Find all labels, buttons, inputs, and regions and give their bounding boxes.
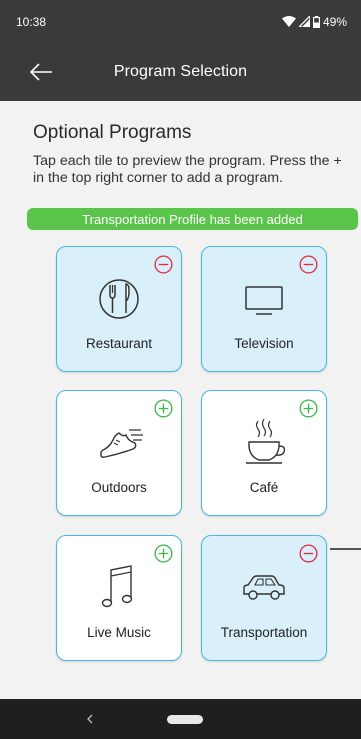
arrow-left-icon bbox=[29, 63, 52, 81]
section-title: Optional Programs bbox=[33, 122, 192, 143]
status-bar: 10:38 49% bbox=[0, 0, 361, 43]
coffee-cup-icon bbox=[246, 418, 286, 464]
annotation-line bbox=[330, 548, 361, 550]
tile-label: Restaurant bbox=[85, 336, 153, 351]
tile-label: Television bbox=[234, 336, 294, 351]
status-icons: 49% bbox=[281, 14, 347, 29]
battery-level: 49% bbox=[322, 14, 347, 29]
running-shoe-icon bbox=[100, 429, 143, 458]
battery-icon bbox=[312, 15, 320, 28]
tile-label: Café bbox=[249, 480, 279, 495]
status-time: 10:38 bbox=[16, 14, 47, 29]
tile-label: Transportation bbox=[220, 625, 308, 640]
tile-transportation[interactable]: Transportation bbox=[201, 535, 327, 661]
tile-label: Outdoors bbox=[91, 480, 147, 495]
tile-outdoors[interactable]: Outdoors bbox=[56, 390, 182, 516]
nav-home-button[interactable] bbox=[167, 715, 203, 724]
tile-cafe[interactable]: Café bbox=[201, 390, 327, 516]
system-nav-bar bbox=[0, 699, 361, 739]
section-description: Tap each tile to preview the program. Pr… bbox=[33, 153, 342, 186]
restaurant-icon bbox=[99, 279, 139, 319]
back-button[interactable] bbox=[28, 60, 54, 84]
tile-live-music[interactable]: Live Music bbox=[56, 535, 182, 661]
television-icon bbox=[245, 286, 283, 315]
page-title: Program Selection bbox=[113, 63, 248, 80]
main-content: Optional Programs Tap each tile to previ… bbox=[0, 101, 361, 699]
nav-back-icon[interactable] bbox=[84, 711, 96, 727]
wifi-icon bbox=[281, 16, 296, 27]
car-icon bbox=[243, 575, 285, 600]
tile-restaurant[interactable]: Restaurant bbox=[56, 246, 182, 372]
tile-television[interactable]: Television bbox=[201, 246, 327, 372]
tile-label: Live Music bbox=[87, 625, 151, 640]
signal-icon bbox=[298, 16, 310, 27]
status-banner: Transportation Profile has been added bbox=[27, 208, 358, 230]
app-bar: Program Selection bbox=[0, 43, 361, 101]
music-note-icon bbox=[101, 565, 133, 608]
